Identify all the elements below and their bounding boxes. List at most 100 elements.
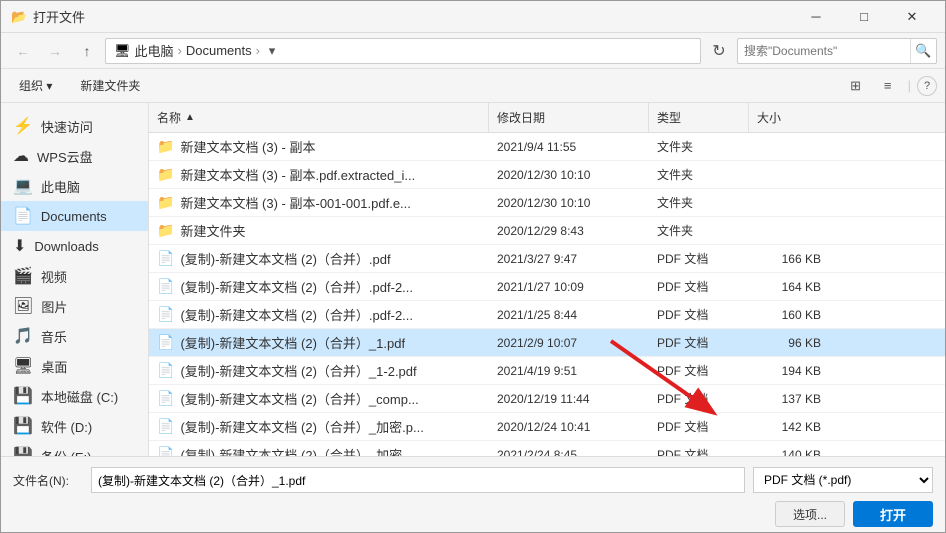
- options-button[interactable]: 选项...: [775, 501, 845, 527]
- file-list[interactable]: 名称 修改日期 类型 大小 📁 新建文本文档 (3) - 副本 2021/9/4…: [149, 103, 945, 456]
- file-type-cell: 文件夹: [649, 218, 749, 243]
- sidebar-item-pictures[interactable]: 🖼 图片: [1, 291, 148, 321]
- videos-icon: 🎬: [13, 266, 33, 286]
- file-name-text: (复制)-新建文本文档 (2)（合并）_1.pdf: [180, 333, 405, 352]
- sidebar-item-quick-access[interactable]: ⚡ 快速访问: [1, 111, 148, 141]
- folder-icon: 📁: [157, 166, 174, 183]
- file-type-cell: PDF 文档: [649, 358, 749, 383]
- file-size-cell: [749, 143, 829, 151]
- sidebar-label-quick-access: 快速访问: [41, 117, 136, 136]
- navigation-toolbar: ← → ↑ 🖥 此电脑 › Documents › ▾ ↻ 🔍: [1, 33, 945, 69]
- filelist-header: 名称 修改日期 类型 大小: [149, 103, 945, 133]
- file-name-text: (复制)-新建文本文档 (2)（合并）_加密_...: [180, 445, 420, 456]
- sidebar-label-music: 音乐: [41, 327, 136, 346]
- file-row[interactable]: 📄 (复制)-新建文本文档 (2)（合并）_1.pdf 2021/2/9 10:…: [149, 329, 945, 357]
- back-button[interactable]: ←: [9, 37, 37, 65]
- file-size-cell: [749, 171, 829, 179]
- file-open-dialog: 📂 打开文件 ─ □ ✕ ← → ↑ 🖥 此电脑 › Documents › ▾…: [0, 0, 946, 533]
- file-name-text: (复制)-新建文本文档 (2)（合并）_comp...: [180, 389, 418, 408]
- minimize-button[interactable]: ─: [793, 1, 839, 33]
- file-row[interactable]: 📁 新建文本文档 (3) - 副本.pdf.extracted_i... 202…: [149, 161, 945, 189]
- file-row[interactable]: 📄 (复制)-新建文本文档 (2)（合并）_加密.p... 2020/12/24…: [149, 413, 945, 441]
- close-button[interactable]: ✕: [889, 1, 935, 33]
- sidebar-item-documents[interactable]: 📄 Documents: [1, 201, 148, 231]
- folder-icon: 📁: [157, 222, 174, 239]
- file-name-cell: 📄 (复制)-新建文本文档 (2)（合并）.pdf-2...: [149, 301, 489, 328]
- file-row[interactable]: 📄 (复制)-新建文本文档 (2)（合并）_加密_... 2021/2/24 8…: [149, 441, 945, 456]
- file-row[interactable]: 📁 新建文本文档 (3) - 副本-001-001.pdf.e... 2020/…: [149, 189, 945, 217]
- file-date-cell: 2020/12/30 10:10: [489, 164, 649, 186]
- file-date-cell: 2021/3/27 9:47: [489, 248, 649, 270]
- help-button[interactable]: ?: [917, 76, 937, 96]
- sidebar-item-downloads[interactable]: ⬇ Downloads: [1, 231, 148, 261]
- view-grid-button[interactable]: ⊞: [842, 73, 870, 99]
- breadcrumb-dropdown[interactable]: ▾: [264, 43, 280, 59]
- sidebar-item-software-d[interactable]: 💾 软件 (D:): [1, 411, 148, 441]
- breadcrumb-documents[interactable]: Documents: [186, 43, 252, 58]
- backup-e-icon: 💾: [13, 446, 33, 456]
- sidebar-label-pictures: 图片: [41, 297, 136, 316]
- pdf-icon: 📄: [157, 334, 174, 351]
- view-list-button[interactable]: ≡: [874, 73, 902, 99]
- documents-icon: 📄: [13, 206, 33, 226]
- file-size-cell: [749, 199, 829, 207]
- sidebar-item-videos[interactable]: 🎬 视频: [1, 261, 148, 291]
- file-name-text: 新建文本文档 (3) - 副本.pdf.extracted_i...: [180, 165, 415, 184]
- file-size-cell: 140 KB: [749, 444, 829, 457]
- filename-label: 文件名(N):: [13, 472, 83, 489]
- downloads-icon: ⬇: [13, 236, 26, 256]
- sidebar-item-desktop[interactable]: 🖥 桌面: [1, 351, 148, 381]
- sidebar-label-videos: 视频: [41, 267, 136, 286]
- sidebar-label-wps-drive: WPS云盘: [37, 147, 136, 166]
- file-name-text: (复制)-新建文本文档 (2)（合并）_1-2.pdf: [180, 361, 416, 380]
- file-row[interactable]: 📄 (复制)-新建文本文档 (2)（合并）_1-2.pdf 2021/4/19 …: [149, 357, 945, 385]
- pdf-icon: 📄: [157, 362, 174, 379]
- col-date-header[interactable]: 修改日期: [489, 103, 649, 132]
- file-row[interactable]: 📄 (复制)-新建文本文档 (2)（合并）.pdf 2021/3/27 9:47…: [149, 245, 945, 273]
- file-date-cell: 2021/2/9 10:07: [489, 332, 649, 354]
- breadcrumb[interactable]: 🖥 此电脑 › Documents › ▾: [105, 38, 701, 64]
- file-date-cell: 2020/12/29 8:43: [489, 220, 649, 242]
- folder-icon: 📁: [157, 138, 174, 155]
- sidebar-item-wps-drive[interactable]: ☁ WPS云盘: [1, 141, 148, 171]
- open-button[interactable]: 打开: [853, 501, 933, 527]
- sidebar-item-music[interactable]: 🎵 音乐: [1, 321, 148, 351]
- pictures-icon: 🖼: [13, 296, 33, 316]
- desktop-icon: 🖥: [13, 356, 33, 376]
- file-name-cell: 📁 新建文本文档 (3) - 副本-001-001.pdf.e...: [149, 189, 489, 216]
- file-name-text: 新建文本文档 (3) - 副本-001-001.pdf.e...: [180, 193, 410, 212]
- organize-button[interactable]: 组织 ▾: [9, 73, 62, 99]
- search-button[interactable]: 🔍: [910, 38, 936, 64]
- file-row[interactable]: 📄 (复制)-新建文本文档 (2)（合并）.pdf-2... 2021/1/27…: [149, 273, 945, 301]
- sidebar-item-local-c[interactable]: 💾 本地磁盘 (C:): [1, 381, 148, 411]
- maximize-button[interactable]: □: [841, 1, 887, 33]
- file-name-cell: 📁 新建文本文档 (3) - 副本: [149, 133, 489, 160]
- file-row[interactable]: 📄 (复制)-新建文本文档 (2)（合并）.pdf-2... 2021/1/25…: [149, 301, 945, 329]
- sidebar-item-this-pc[interactable]: 💻 此电脑: [1, 171, 148, 201]
- file-row[interactable]: 📁 新建文件夹 2020/12/29 8:43 文件夹: [149, 217, 945, 245]
- pdf-icon: 📄: [157, 390, 174, 407]
- sidebar-item-backup-e[interactable]: 💾 备份 (E:): [1, 441, 148, 456]
- file-name-cell: 📄 (复制)-新建文本文档 (2)（合并）.pdf-2...: [149, 273, 489, 300]
- up-button[interactable]: ↑: [73, 37, 101, 65]
- file-row[interactable]: 📄 (复制)-新建文本文档 (2)（合并）_comp... 2020/12/19…: [149, 385, 945, 413]
- col-type-header[interactable]: 类型: [649, 103, 749, 132]
- file-type-cell: PDF 文档: [649, 330, 749, 355]
- col-name-header[interactable]: 名称: [149, 103, 489, 132]
- filename-input[interactable]: [91, 467, 745, 493]
- pdf-icon: 📄: [157, 306, 174, 323]
- new-folder-button[interactable]: 新建文件夹: [70, 73, 150, 99]
- file-row[interactable]: 📁 新建文本文档 (3) - 副本 2021/9/4 11:55 文件夹: [149, 133, 945, 161]
- file-date-cell: 2020/12/30 10:10: [489, 192, 649, 214]
- quick-access-icon: ⚡: [13, 116, 33, 136]
- refresh-button[interactable]: ↻: [705, 37, 733, 65]
- titlebar-controls: ─ □ ✕: [793, 1, 935, 33]
- secondary-toolbar: 组织 ▾ 新建文件夹 ⊞ ≡ | ?: [1, 69, 945, 103]
- search-input[interactable]: [738, 44, 910, 58]
- breadcrumb-root[interactable]: 此电脑: [135, 41, 174, 60]
- forward-button[interactable]: →: [41, 37, 69, 65]
- col-size-header[interactable]: 大小: [749, 103, 829, 132]
- file-name-text: (复制)-新建文本文档 (2)（合并）.pdf: [180, 249, 390, 268]
- filetype-dropdown[interactable]: PDF 文档 (*.pdf)所有文件 (*.*): [753, 467, 933, 493]
- titlebar-title: 打开文件: [33, 7, 793, 26]
